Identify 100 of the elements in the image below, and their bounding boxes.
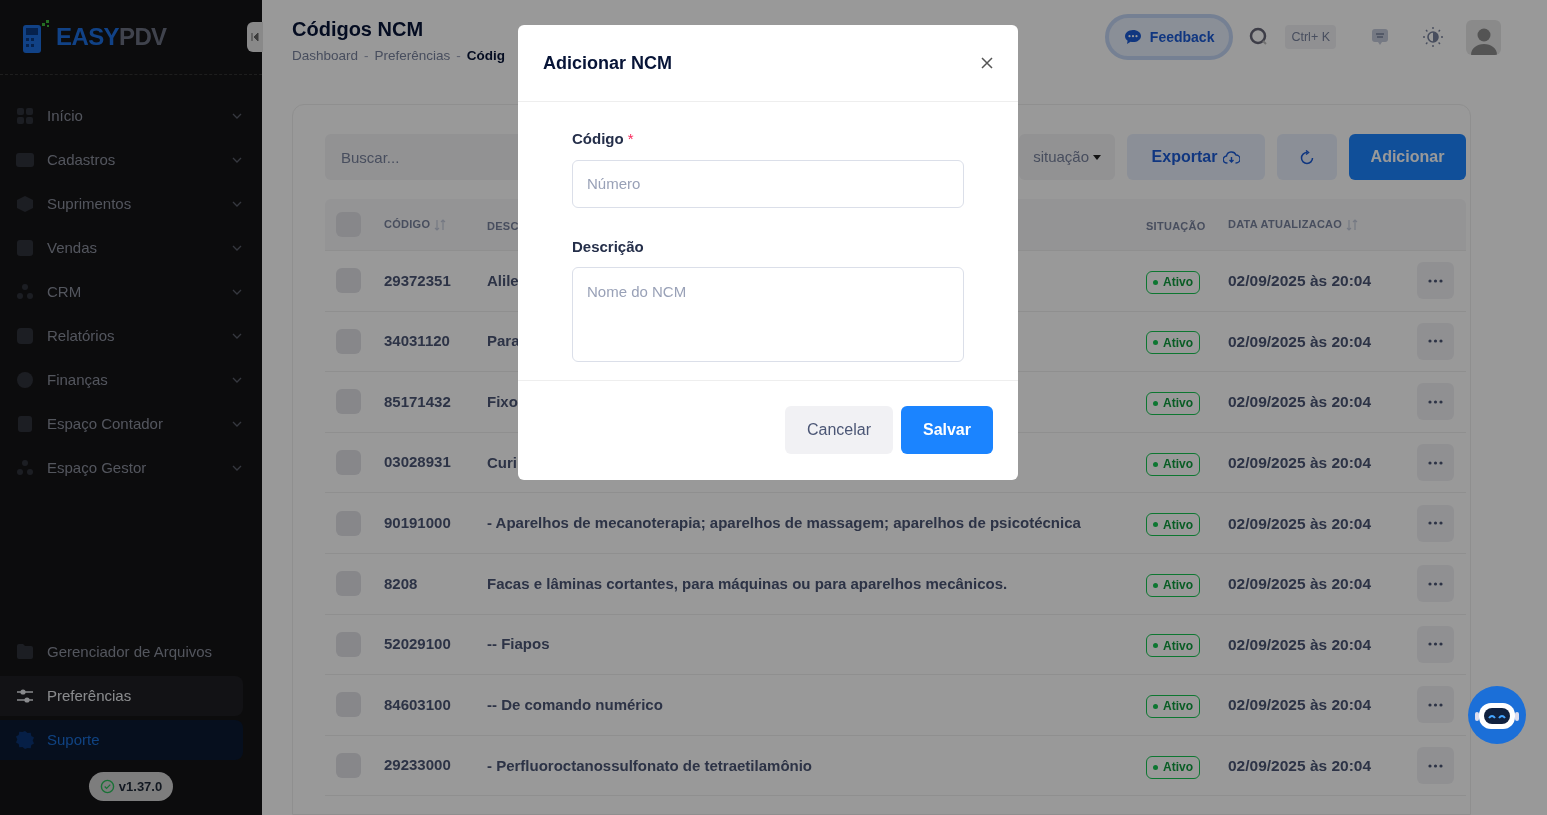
status-badge: Ativo [1146, 392, 1200, 415]
column-header: SITUAÇÃO [1146, 219, 1206, 232]
more-icon [1428, 339, 1443, 344]
sidebar-item[interactable]: Relatórios [0, 314, 262, 358]
status-badge: Ativo [1146, 331, 1200, 355]
row-actions-button[interactable] [1417, 565, 1454, 603]
sidebar-item[interactable]: Suporte [0, 720, 243, 760]
table-cell-text: 02/09/2025 às 20:04 [1228, 452, 1373, 473]
table-cell-text: 90191000 [384, 512, 452, 533]
sidebar-item[interactable]: Gerenciador de Arquivos [0, 632, 243, 672]
status-badge: Ativo [1146, 270, 1200, 294]
sidebar-item[interactable]: Início [0, 94, 262, 138]
add-button[interactable]: Adicionar [1349, 134, 1466, 180]
version-badge: v1.37.0 [88, 772, 174, 801]
more-icon [1428, 581, 1443, 586]
collapse-sidebar-button[interactable] [247, 22, 263, 52]
sidebar-item[interactable]: Finanças [0, 358, 262, 402]
table-cell-text: 52029100 [384, 634, 452, 655]
table-cell-text: 02/09/2025 às 20:04 [1228, 331, 1373, 352]
sort-icon [434, 218, 447, 231]
sliders-icon [16, 687, 34, 705]
table-cell: Facas e lâminas cortantes, para máquinas ou para aparelhos mecânicos. [487, 574, 1008, 592]
table-cell-text: 03028931 [384, 452, 452, 473]
status-badge: Ativo [1146, 694, 1200, 718]
table-cell: Alile [487, 271, 519, 289]
column-header: DESC [487, 219, 519, 232]
required-mark: * [627, 129, 634, 149]
row-actions-button[interactable] [1417, 383, 1454, 421]
field-label: Código [572, 129, 624, 149]
breadcrumb-separator: - [364, 47, 369, 65]
row-actions-button[interactable] [1417, 444, 1454, 482]
table-cell: -- Fiapos [487, 635, 550, 653]
help-badge-icon [16, 731, 34, 749]
table-cell-text: 29372351 [384, 270, 452, 291]
more-icon [1428, 400, 1443, 404]
sidebar-item[interactable]: Espaço Gestor [0, 446, 262, 490]
table-cell-text: 85171432 [384, 391, 452, 412]
status-badge: Ativo [1146, 634, 1200, 658]
sidebar-item[interactable]: CRM [0, 270, 262, 314]
feedback-button[interactable]: Feedback [1104, 14, 1234, 60]
cancel-button[interactable]: Cancelar [784, 406, 893, 454]
breadcrumb-separator: - [456, 47, 461, 65]
column-header[interactable]: DATA ATUALIZACAO [1228, 216, 1343, 233]
breadcrumb-link[interactable]: Dashboard [292, 46, 359, 67]
description-field[interactable]: Nome do NCM [572, 267, 964, 362]
status-badge: Ativo [1146, 452, 1200, 476]
row-actions-button[interactable] [1417, 686, 1454, 724]
table-cell-text: 02/09/2025 às 20:04 [1228, 755, 1373, 776]
table-cell-text: 84603100 [384, 694, 452, 715]
user-avatar[interactable] [1466, 19, 1501, 55]
refresh-button[interactable] [1277, 134, 1337, 180]
table-cell-text: 02/09/2025 às 20:04 [1228, 574, 1373, 595]
sidebar-item[interactable]: Vendas [0, 226, 262, 270]
table-cell-text: 8208 [384, 573, 419, 594]
sidebar-item[interactable]: Preferências [0, 676, 243, 716]
status-badge: Ativo [1146, 513, 1200, 537]
table-cell-text: 02/09/2025 às 20:04 [1228, 392, 1373, 413]
more-icon [1428, 521, 1443, 526]
logo-text: EASYPDV [56, 22, 167, 52]
table-cell: Curi [487, 453, 517, 471]
close-icon [981, 57, 993, 69]
page-title: Códigos NCM [292, 17, 425, 42]
row-actions-button[interactable] [1417, 322, 1454, 360]
modal-title: Adicionar NCM [543, 51, 672, 75]
sidebar-item[interactable]: Espaço Contador [0, 402, 262, 446]
check-circle-icon [99, 779, 115, 794]
more-icon [1428, 278, 1443, 283]
more-icon [1428, 460, 1443, 465]
table-cell-text: 02/09/2025 às 20:04 [1228, 513, 1373, 534]
caret-icon [1093, 154, 1101, 160]
sidebar-item[interactable]: Suprimentos [0, 182, 262, 226]
status-badge: Ativo [1146, 573, 1200, 597]
breadcrumb-link[interactable]: Preferências [374, 46, 451, 67]
column-header[interactable]: CÓDIGO [384, 216, 431, 233]
code-input-field[interactable]: Número [572, 159, 964, 208]
field-label: Descrição [572, 236, 644, 257]
status-filter-dropdown[interactable]: situação [1019, 134, 1115, 180]
table-cell-text: 29233000 [384, 755, 452, 776]
export-button[interactable]: Exportar [1127, 134, 1265, 180]
row-actions-button[interactable] [1417, 625, 1454, 663]
close-button[interactable] [979, 55, 995, 71]
more-icon [1428, 702, 1443, 707]
sun-icon[interactable] [1422, 26, 1444, 48]
refresh-icon [1300, 149, 1314, 165]
sort-icon [1346, 218, 1359, 231]
row-actions-button[interactable] [1417, 504, 1454, 542]
row-actions-button[interactable] [1417, 747, 1454, 785]
sidebar-item[interactable]: Cadastros [0, 138, 262, 182]
chat-bubble-icon [1123, 29, 1142, 45]
table-cell-text: 34031120 [384, 331, 451, 352]
table-cell: - Perfluoroctanossulfonato de tetraetilamônio [487, 756, 813, 774]
logo-icon [22, 19, 52, 55]
message-icon[interactable] [1370, 27, 1390, 47]
row-actions-button[interactable] [1417, 262, 1454, 300]
collapse-icon [251, 32, 259, 42]
table-cell: Para [487, 332, 520, 350]
more-icon [1428, 642, 1443, 647]
table-cell: - Aparelhos de mecanoterapia; aparelhos de massagem; aparelhos de psicotécnica [487, 514, 1081, 532]
save-button[interactable]: Salvar [900, 406, 993, 454]
cloud-download-icon [1223, 150, 1241, 164]
